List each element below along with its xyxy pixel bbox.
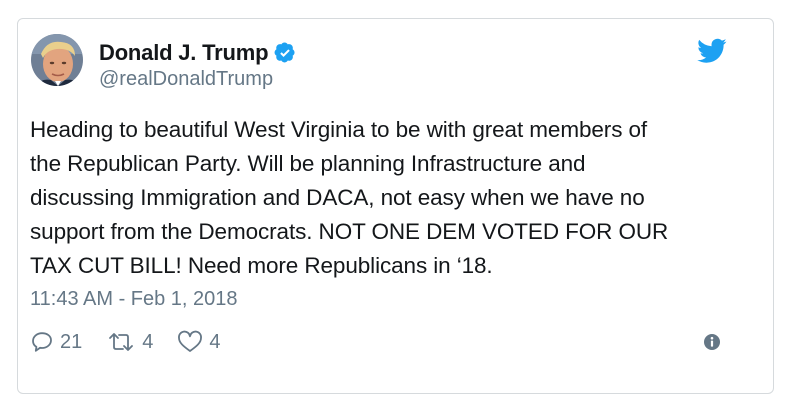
- reply-button[interactable]: 21: [30, 330, 82, 354]
- retweet-button[interactable]: 4: [106, 330, 153, 354]
- twitter-bird-icon[interactable]: [697, 38, 727, 64]
- tweet-actions: 21 4 4: [30, 328, 245, 356]
- avatar[interactable]: [31, 34, 83, 86]
- retweet-count: 4: [142, 331, 154, 353]
- author-name[interactable]: Donald J. Trump: [99, 40, 269, 66]
- author-name-row[interactable]: Donald J. Trump: [99, 40, 296, 66]
- like-count: 4: [209, 331, 221, 353]
- heart-icon: [177, 330, 203, 354]
- tweet-timestamp[interactable]: 11:43 AM - Feb 1, 2018: [30, 287, 238, 311]
- author-handle[interactable]: @realDonaldTrump: [99, 67, 273, 91]
- retweet-icon: [106, 330, 136, 354]
- info-icon[interactable]: [703, 333, 721, 351]
- reply-count: 21: [60, 331, 83, 353]
- tweet-text: Heading to beautiful West Virginia to be…: [30, 117, 669, 278]
- reply-icon: [30, 330, 54, 354]
- verified-badge-icon: [274, 42, 296, 64]
- like-button[interactable]: 4: [177, 330, 221, 354]
